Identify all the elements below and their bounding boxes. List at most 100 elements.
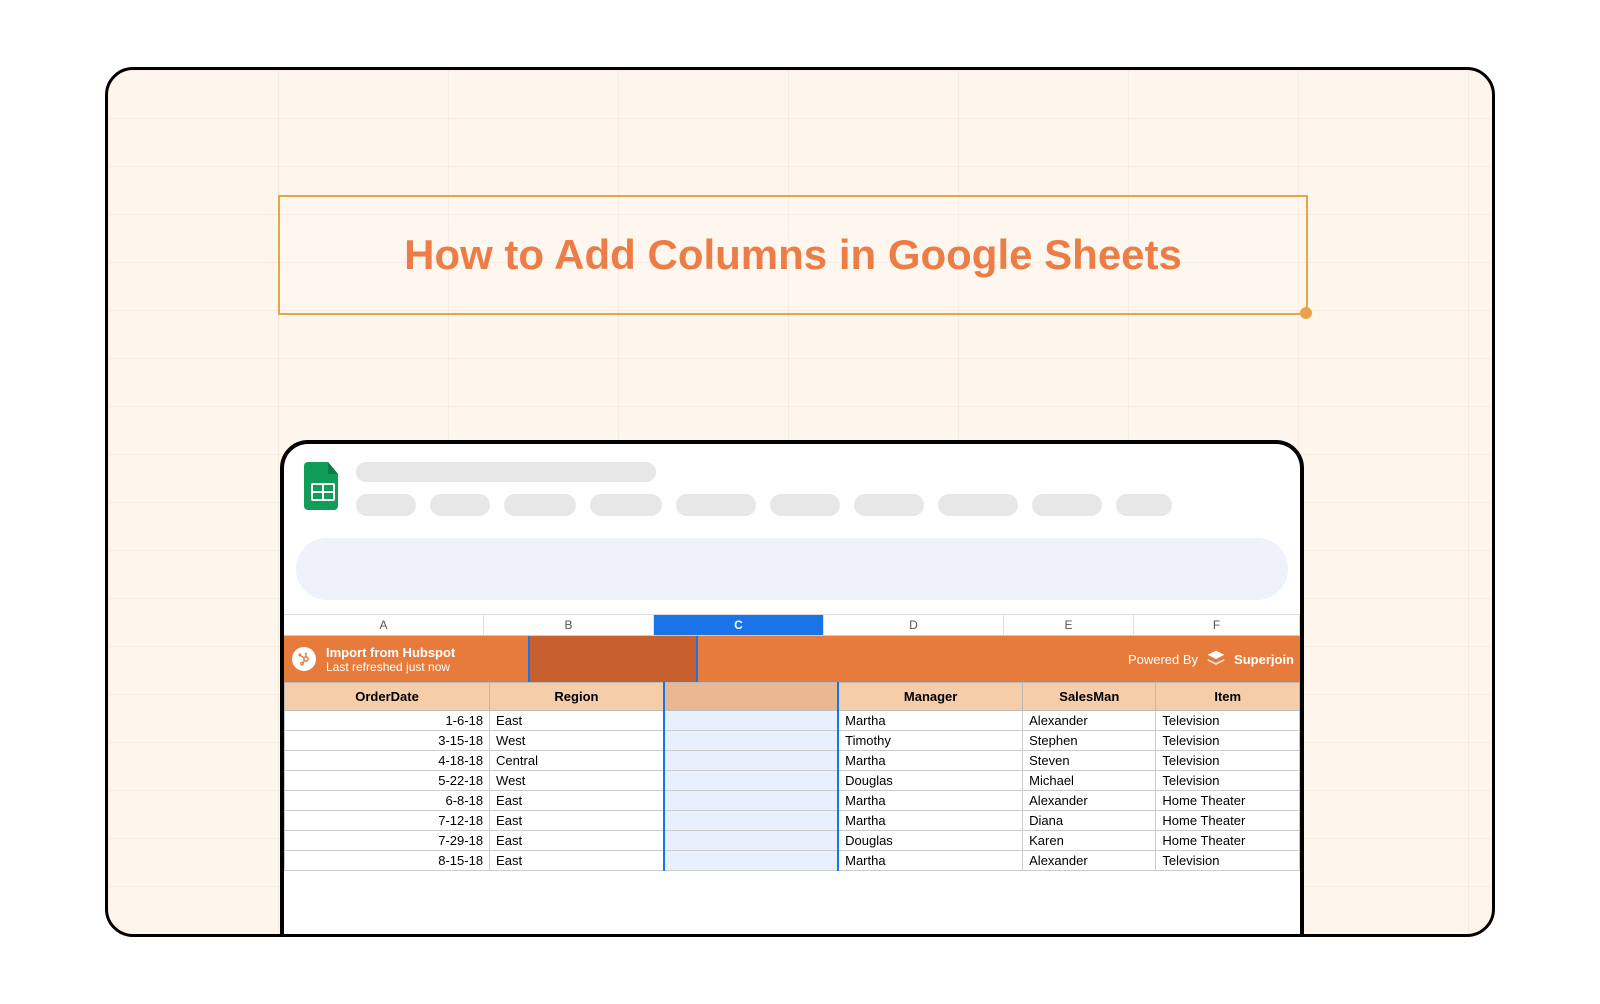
cell[interactable]: Alexander xyxy=(1023,851,1156,871)
menu-skeleton xyxy=(356,494,416,516)
superjoin-icon xyxy=(1206,649,1226,669)
cell[interactable]: Martha xyxy=(838,811,1023,831)
cell[interactable]: East xyxy=(490,831,664,851)
cell[interactable]: Television xyxy=(1156,731,1300,751)
import-banner: Import from Hubspot Last refreshed just … xyxy=(284,636,1300,682)
superjoin-brand: Superjoin xyxy=(1234,652,1294,667)
cell[interactable]: 7-29-18 xyxy=(285,831,490,851)
cell[interactable]: Stephen xyxy=(1023,731,1156,751)
menu-skeleton xyxy=(676,494,756,516)
table-row: 8-15-18East MarthaAlexanderTelevision xyxy=(285,851,1300,871)
cell[interactable]: 6-8-18 xyxy=(285,791,490,811)
table-row: 6-8-18East MarthaAlexanderHome Theater xyxy=(285,791,1300,811)
cell[interactable]: 5-22-18 xyxy=(285,771,490,791)
menu-skeleton-row xyxy=(356,494,1280,516)
table-header[interactable] xyxy=(664,683,838,711)
selection-handle[interactable] xyxy=(1300,307,1312,319)
menu-skeleton xyxy=(770,494,840,516)
cell[interactable] xyxy=(664,831,838,851)
cell[interactable] xyxy=(664,811,838,831)
hubspot-icon xyxy=(292,647,316,671)
cell[interactable]: Television xyxy=(1156,851,1300,871)
banner-selected-column xyxy=(528,636,698,682)
cell[interactable]: East xyxy=(490,851,664,871)
cell[interactable]: Martha xyxy=(838,751,1023,771)
data-table: OrderDateRegion ManagerSalesManItem 1-6-1… xyxy=(284,682,1300,871)
column-header-F[interactable]: F xyxy=(1134,615,1300,635)
cell[interactable]: 4-18-18 xyxy=(285,751,490,771)
skeleton-placeholders xyxy=(356,462,1280,516)
title-skeleton xyxy=(356,462,656,482)
cell[interactable]: Douglas xyxy=(838,771,1023,791)
google-sheets-window: ABCDEF Import from Hubspot xyxy=(280,440,1304,935)
cell[interactable]: Home Theater xyxy=(1156,811,1300,831)
page-title: How to Add Columns in Google Sheets xyxy=(404,231,1182,279)
cell[interactable]: Central xyxy=(490,751,664,771)
menu-skeleton xyxy=(938,494,1018,516)
cell[interactable]: Steven xyxy=(1023,751,1156,771)
column-header-D[interactable]: D xyxy=(824,615,1004,635)
table-row: 7-29-18East DouglasKarenHome Theater xyxy=(285,831,1300,851)
cell[interactable] xyxy=(664,751,838,771)
menu-skeleton xyxy=(854,494,924,516)
cell[interactable]: 1-6-18 xyxy=(285,711,490,731)
cell[interactable]: Home Theater xyxy=(1156,791,1300,811)
cell[interactable]: Martha xyxy=(838,851,1023,871)
cell[interactable] xyxy=(664,851,838,871)
cell[interactable]: 3-15-18 xyxy=(285,731,490,751)
cell[interactable]: Alexander xyxy=(1023,791,1156,811)
table-header[interactable]: Region xyxy=(490,683,664,711)
menu-skeleton xyxy=(1116,494,1172,516)
column-header-C[interactable]: C xyxy=(654,615,824,635)
column-header-A[interactable]: A xyxy=(284,615,484,635)
sheets-topbar xyxy=(284,444,1300,526)
cell[interactable]: Martha xyxy=(838,791,1023,811)
cell[interactable]: Alexander xyxy=(1023,711,1156,731)
column-header-E[interactable]: E xyxy=(1004,615,1134,635)
cell[interactable]: West xyxy=(490,771,664,791)
banner-title: Import from Hubspot xyxy=(326,645,455,660)
powered-by-label: Powered By xyxy=(1128,652,1198,667)
column-header-B[interactable]: B xyxy=(484,615,654,635)
menu-skeleton xyxy=(504,494,576,516)
table-row: 5-22-18West DouglasMichaelTelevision xyxy=(285,771,1300,791)
cell[interactable]: 7-12-18 xyxy=(285,811,490,831)
cell[interactable]: 8-15-18 xyxy=(285,851,490,871)
menu-skeleton xyxy=(1032,494,1102,516)
cell[interactable]: West xyxy=(490,731,664,751)
cell[interactable] xyxy=(664,731,838,751)
cell[interactable] xyxy=(664,771,838,791)
tutorial-card: How to Add Columns in Google Sheets ABCD… xyxy=(105,67,1495,937)
title-selection-box[interactable]: How to Add Columns in Google Sheets xyxy=(278,195,1308,315)
cell[interactable]: Michael xyxy=(1023,771,1156,791)
cell[interactable]: Home Theater xyxy=(1156,831,1300,851)
cell[interactable] xyxy=(664,711,838,731)
cell[interactable]: East xyxy=(490,791,664,811)
table-header[interactable]: Manager xyxy=(838,683,1023,711)
menu-skeleton xyxy=(590,494,662,516)
cell[interactable]: Television xyxy=(1156,751,1300,771)
google-sheets-icon xyxy=(304,462,342,510)
menu-skeleton xyxy=(430,494,490,516)
cell[interactable] xyxy=(664,791,838,811)
column-headers-row: ABCDEF xyxy=(284,614,1300,636)
cell[interactable]: Karen xyxy=(1023,831,1156,851)
cell[interactable]: Douglas xyxy=(838,831,1023,851)
table-row: 3-15-18West TimothyStephenTelevision xyxy=(285,731,1300,751)
table-row: 7-12-18East MarthaDianaHome Theater xyxy=(285,811,1300,831)
table-header[interactable]: OrderDate xyxy=(285,683,490,711)
banner-subtitle: Last refreshed just now xyxy=(326,660,455,674)
cell[interactable]: East xyxy=(490,711,664,731)
cell[interactable]: Martha xyxy=(838,711,1023,731)
table-header[interactable]: SalesMan xyxy=(1023,683,1156,711)
table-row: 4-18-18Central MarthaStevenTelevision xyxy=(285,751,1300,771)
table-row: 1-6-18East MarthaAlexanderTelevision xyxy=(285,711,1300,731)
cell[interactable]: Diana xyxy=(1023,811,1156,831)
formula-bar[interactable] xyxy=(296,538,1288,600)
table-header[interactable]: Item xyxy=(1156,683,1300,711)
banner-text: Import from Hubspot Last refreshed just … xyxy=(326,645,455,674)
cell[interactable]: Timothy xyxy=(838,731,1023,751)
cell[interactable]: Television xyxy=(1156,771,1300,791)
cell[interactable]: East xyxy=(490,811,664,831)
cell[interactable]: Television xyxy=(1156,711,1300,731)
